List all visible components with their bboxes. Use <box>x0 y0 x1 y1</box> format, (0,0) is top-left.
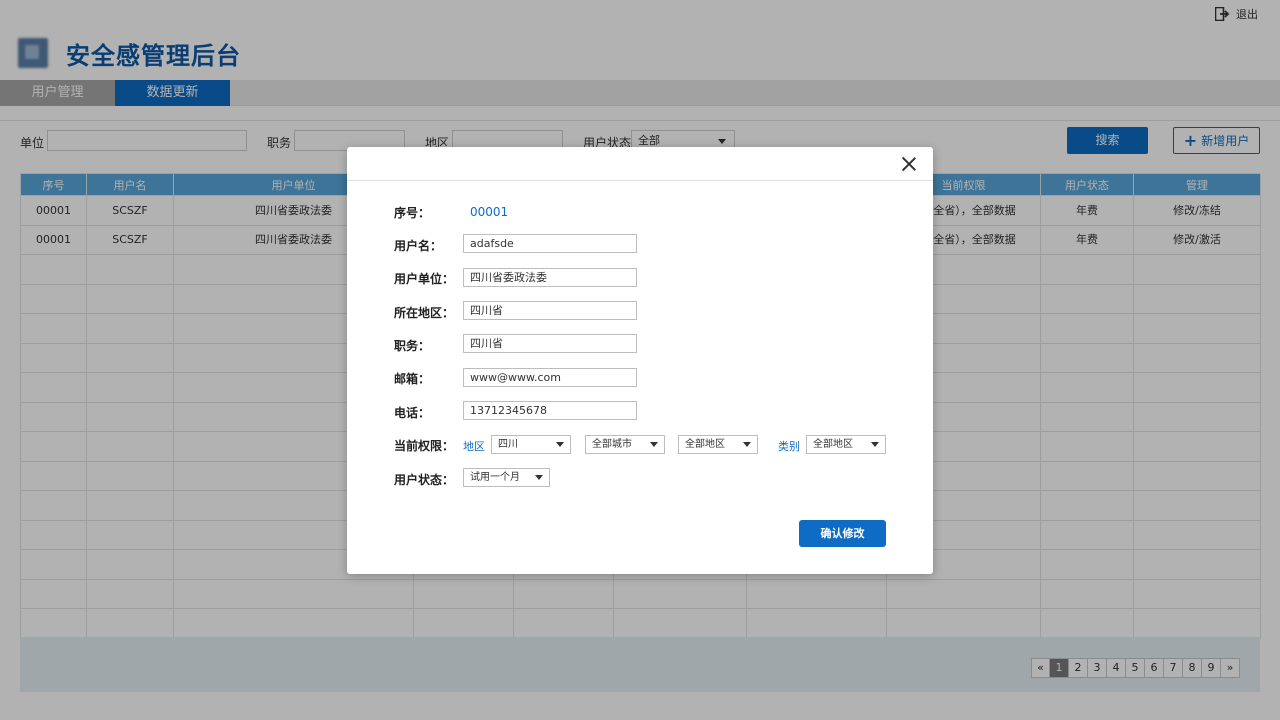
chevron-down-icon <box>556 442 564 447</box>
close-icon[interactable] <box>901 156 917 172</box>
email-input[interactable]: www@www.com <box>463 368 637 387</box>
email-label: 邮箱： <box>394 372 431 386</box>
edit-user-dialog: 序号： 00001 用户名： adafsde 用户单位： 四川省委政法委 所在地… <box>347 147 933 574</box>
region-input[interactable]: 四川省 <box>463 301 637 320</box>
unit-label: 用户单位： <box>394 272 455 286</box>
confirm-button[interactable]: 确认修改 <box>799 520 886 547</box>
chevron-down-icon <box>871 442 879 447</box>
position-label: 职务： <box>394 339 431 353</box>
permission-label: 当前权限： <box>394 439 455 453</box>
chevron-down-icon <box>535 475 543 480</box>
id-value: 00001 <box>470 205 509 219</box>
id-label: 序号： <box>394 206 431 220</box>
province-select[interactable]: 四川 <box>491 435 571 454</box>
username-input[interactable]: adafsde <box>463 234 637 253</box>
status-select-value: 试用一个月 <box>470 472 520 483</box>
position-input[interactable]: 四川省 <box>463 334 637 353</box>
district-select[interactable]: 全部地区 <box>678 435 758 454</box>
district-select-value: 全部地区 <box>685 439 725 450</box>
phone-input[interactable]: 13712345678 <box>463 401 637 420</box>
username-label: 用户名： <box>394 239 443 253</box>
chevron-down-icon <box>650 442 658 447</box>
dialog-header <box>347 147 933 181</box>
phone-label: 电话： <box>394 406 431 420</box>
city-select-value: 全部城市 <box>592 439 632 450</box>
category-select-value: 全部地区 <box>813 439 853 450</box>
category-select[interactable]: 全部地区 <box>806 435 886 454</box>
region-label: 所在地区： <box>394 306 455 320</box>
perm-region-hint: 地区 <box>463 440 485 453</box>
city-select[interactable]: 全部城市 <box>585 435 665 454</box>
status-label: 用户状态： <box>394 473 455 487</box>
unit-input[interactable]: 四川省委政法委 <box>463 268 637 287</box>
perm-category-hint: 类别 <box>778 440 800 453</box>
status-select[interactable]: 试用一个月 <box>463 468 550 487</box>
chevron-down-icon <box>743 442 751 447</box>
province-select-value: 四川 <box>498 439 518 450</box>
